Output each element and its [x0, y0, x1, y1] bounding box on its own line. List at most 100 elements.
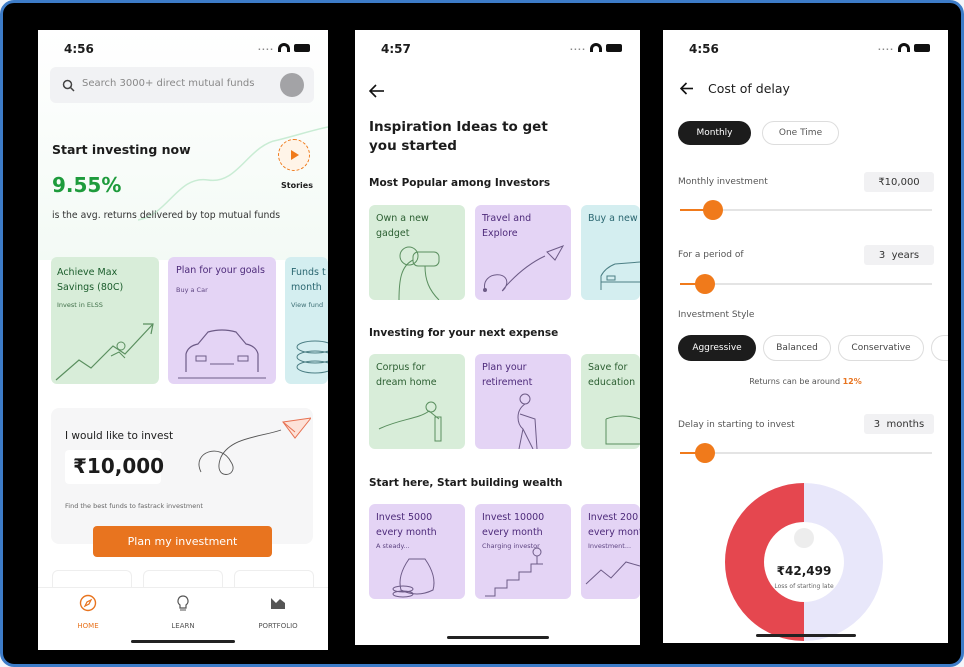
wifi-icon [898, 43, 910, 52]
card-funds-month[interactable]: Funds t month View fund [285, 257, 328, 384]
style-aggressive-label: Aggressive [692, 343, 742, 353]
invest-amount[interactable]: ₹10,000 [73, 454, 164, 478]
nav-home[interactable]: HOME [68, 594, 108, 632]
mountain-illustration [585, 561, 640, 585]
delay-slider[interactable] [680, 443, 932, 463]
toggle-one-time-label: One Time [778, 128, 823, 138]
toggle-monthly[interactable]: Monthly [678, 121, 751, 145]
style-more-partial[interactable] [931, 335, 948, 361]
nav-portfolio-label: PORTFOLIO [258, 622, 298, 630]
nav-learn[interactable]: LEARN [163, 594, 203, 632]
idea-card-invest-5000[interactable]: Invest 5000 every month A steady... [369, 504, 465, 599]
idea-card-invest-200[interactable]: Invest 200 every mont Investment... [581, 504, 640, 599]
battery-icon [294, 43, 310, 52]
section-heading-expense: Investing for your next expense [369, 327, 559, 339]
book-illustration [605, 415, 640, 445]
card-title: Buy a new [588, 213, 638, 224]
airplane-illustration [483, 245, 565, 292]
battery-icon [914, 43, 930, 52]
key-hand-illustration [378, 401, 442, 442]
stories-play-button[interactable] [278, 139, 310, 171]
idea-card-buy-new[interactable]: Buy a new [581, 205, 640, 300]
idea-card-dream-home[interactable]: Corpus for dream home [369, 354, 465, 449]
back-arrow-icon[interactable] [369, 84, 385, 98]
vr-headset-illustration [398, 246, 440, 300]
start-title: Start investing now [52, 142, 191, 157]
style-conservative[interactable]: Conservative [838, 335, 924, 361]
slider-knob[interactable] [695, 274, 716, 294]
card-title: Plan for your goals [176, 265, 265, 276]
donut-center-dot [794, 528, 814, 548]
search-input[interactable]: Search 3000+ direct mutual funds [82, 78, 255, 89]
invest-amount-field[interactable]: ₹10,000 [65, 450, 164, 484]
status-icons: .... [878, 43, 930, 52]
car-illustration [600, 261, 640, 290]
period-value-text: 3 years [878, 249, 920, 261]
slider-track [680, 283, 932, 285]
card-subtitle: Buy a Car [176, 286, 208, 294]
home-screen: 4:56 .... Search 3000+ direct mutual fun… [38, 30, 328, 650]
invest-panel: I would like to invest ₹10,000 Find the … [51, 408, 313, 544]
style-aggressive[interactable]: Aggressive [678, 335, 756, 361]
invest-label: I would like to invest [65, 430, 174, 442]
status-icons: .... [258, 43, 310, 52]
period-label: For a period of [678, 250, 744, 260]
slider-knob[interactable] [695, 443, 716, 463]
period-value[interactable]: 3 years [864, 245, 934, 265]
home-indicator [447, 636, 549, 639]
avatar[interactable] [280, 73, 304, 97]
status-icons: .... [570, 43, 622, 52]
card-subtitle: Invest in ELSS [57, 301, 103, 309]
back-arrow-icon[interactable] [680, 82, 694, 95]
card-title: Achieve Max Savings (80C) [57, 267, 124, 293]
page-title: Cost of delay [708, 81, 790, 96]
battery-icon [606, 43, 622, 52]
search-icon [62, 79, 75, 92]
status-time: 4:57 [381, 42, 411, 56]
home-indicator [131, 640, 235, 643]
nav-home-label: HOME [77, 622, 99, 630]
bottom-nav: HOME LEARN PORTFOLIO [38, 587, 328, 650]
wifi-icon [278, 43, 290, 52]
home-indicator [756, 634, 856, 637]
monthly-investment-slider[interactable] [680, 200, 932, 220]
coins-illustration [296, 340, 328, 374]
page-title: Inspiration Ideas to get you started [369, 118, 548, 156]
nav-portfolio[interactable]: PORTFOLIO [253, 594, 303, 632]
slider-knob[interactable] [702, 200, 723, 220]
stories-label[interactable]: Stories [281, 181, 313, 190]
plan-button-label: Plan my investment [127, 535, 238, 548]
inspiration-screen: 4:57 .... Inspiration Ideas to get you s… [355, 30, 640, 645]
period-slider[interactable] [680, 274, 932, 294]
status-bar: 4:56 .... [64, 42, 310, 58]
plan-investment-button[interactable]: Plan my investment [93, 526, 272, 557]
idea-card-education[interactable]: Save for education [581, 354, 640, 449]
style-balanced[interactable]: Balanced [763, 335, 831, 361]
idea-card-invest-10000[interactable]: Invest 10000 every month Charging investo… [475, 504, 571, 599]
card-achieve-max-savings[interactable]: Achieve Max Savings (80C) Invest in ELSS [51, 257, 159, 384]
style-balanced-label: Balanced [776, 343, 818, 353]
toggle-one-time[interactable]: One Time [762, 121, 839, 145]
returns-percent: 12% [842, 377, 862, 386]
elderly-walking-illustration [517, 393, 538, 449]
compass-icon [79, 594, 97, 612]
delay-value[interactable]: 3 months [864, 414, 934, 434]
wifi-icon [590, 43, 602, 52]
slider-track [680, 452, 932, 454]
card-plan-goals[interactable]: Plan for your goals Buy a Car [168, 257, 276, 384]
status-bar: 4:56 .... [689, 42, 930, 58]
idea-card-gadget[interactable]: Own a new gadget [369, 205, 465, 300]
paper-plane-icon [198, 417, 311, 475]
card-title: Funds t month [291, 267, 326, 293]
play-icon [291, 150, 299, 160]
returns-caption: is the avg. returns delivered by top mut… [52, 210, 281, 221]
monthly-investment-label: Monthly investment [678, 177, 768, 187]
idea-card-retirement[interactable]: Plan your retirement [475, 354, 571, 449]
search-bar[interactable]: Search 3000+ direct mutual funds [50, 67, 314, 103]
title-line-1: Inspiration Ideas to get [369, 119, 548, 135]
section-heading-wealth: Start here, Start building wealth [369, 477, 563, 489]
card-title: Invest 10000 every month [482, 512, 545, 538]
idea-card-travel[interactable]: Travel and Explore [475, 205, 571, 300]
monthly-investment-value[interactable]: ₹10,000 [864, 172, 934, 192]
card-title: Travel and Explore [482, 213, 532, 239]
